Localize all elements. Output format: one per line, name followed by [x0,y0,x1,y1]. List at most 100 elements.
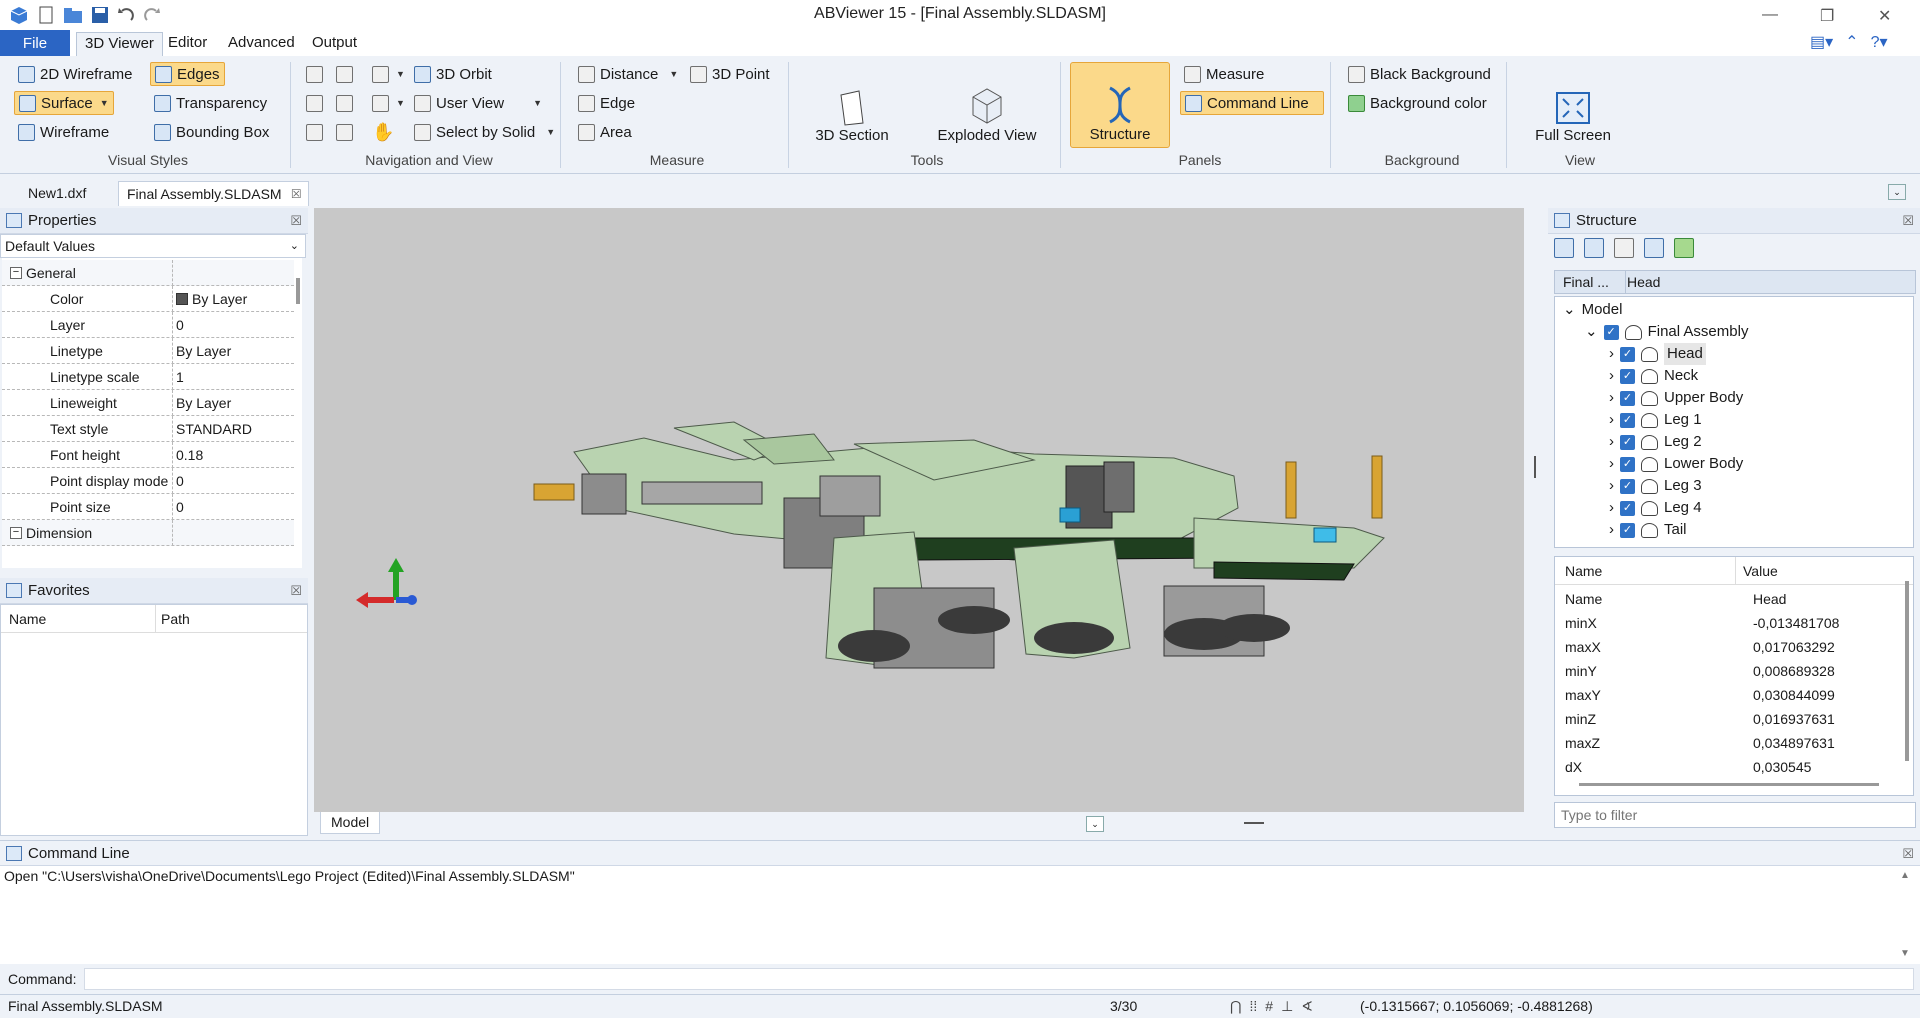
property-row[interactable]: Point size 0 [2,494,294,520]
properties-filter-dropdown[interactable]: Default Values ⌄ [0,234,306,258]
view-extents-button[interactable] [302,91,327,115]
property-row[interactable]: minY 0,008689328 [1565,659,1905,683]
tab-editor[interactable]: Editor [160,32,215,56]
tree-root-model[interactable]: ⌄ Model [1563,299,1622,321]
grid-dots-icon[interactable]: ⁞⁞ [1249,995,1257,1017]
column-name[interactable]: Name [9,605,46,633]
chevron-right-icon[interactable]: › [1609,519,1614,541]
export-icon[interactable] [1674,238,1694,258]
measure-panel-button[interactable]: Measure [1180,62,1268,86]
tree-node-leg-3[interactable]: › ✓ Leg 3 [1609,475,1702,497]
3d-orbit-button[interactable]: 3D Orbit [410,62,496,86]
close-icon[interactable]: ✕ [1878,6,1891,26]
checkbox[interactable]: ✓ [1603,324,1619,340]
category-dimension[interactable]: − Dimension [2,520,294,546]
column-path[interactable]: Path [161,605,190,633]
property-row[interactable]: Layer 0 [2,312,294,338]
tab-file[interactable]: File [0,30,70,58]
checkbox[interactable]: ✓ [1620,434,1635,450]
column-value[interactable]: Value [1743,557,1778,585]
polar-tracking-icon[interactable]: ∢ [1301,995,1313,1017]
category-general[interactable]: − General [2,260,294,286]
style-menu-icon[interactable]: ▤▾ [1810,32,1833,52]
zoom-previous-button[interactable] [332,120,357,144]
property-row[interactable]: Linetype By Layer [2,338,294,364]
close-panel-icon[interactable]: ☒ [1902,841,1914,867]
structure-button[interactable]: Structure [1070,62,1170,148]
checkbox[interactable]: ✓ [1620,500,1635,516]
breadcrumb-head[interactable]: Head [1627,271,1660,293]
property-row[interactable]: Point display mode 0 [2,468,294,494]
hand-tool-button[interactable]: ✋ [368,120,398,144]
column-name[interactable]: Name [1565,557,1602,585]
property-row[interactable]: Color By Layer [2,286,294,312]
property-row[interactable]: Lineweight By Layer [2,390,294,416]
command-line-button[interactable]: Command Line [1180,91,1324,115]
background-color-button[interactable]: Background color [1344,91,1491,115]
property-row[interactable]: maxY 0,030844099 [1565,683,1905,707]
collapse-icon[interactable]: − [10,267,22,279]
minimize-icon[interactable]: — [1762,6,1778,24]
3d-point-button[interactable]: 3D Point [686,62,774,86]
tree-node-leg-4[interactable]: › ✓ Leg 4 [1609,497,1702,519]
edges-button[interactable]: Edges [150,62,225,86]
tree-node-final-assembly[interactable]: ⌄ ✓ Final Assembly [1585,321,1748,343]
tab-advanced[interactable]: Advanced [220,32,303,56]
wireframe-button[interactable]: Wireframe [14,120,113,144]
3d-section-button[interactable]: 3D Section [806,62,898,148]
property-row[interactable]: dX 0,030545 [1565,755,1905,779]
checkbox[interactable]: ✓ [1620,456,1635,472]
structure-filter-input[interactable] [1554,802,1916,828]
properties-scrollbar[interactable] [296,278,300,304]
checkbox[interactable]: ✓ [1620,368,1635,384]
chevron-right-icon[interactable]: › [1609,497,1614,519]
black-background-button[interactable]: Black Background [1344,62,1495,86]
tab-3d-viewer[interactable]: 3D Viewer [76,32,163,58]
grid-icon[interactable]: # [1265,995,1273,1017]
tree-node-head[interactable]: › ✓ Head [1609,343,1706,365]
filter-text-field[interactable] [1561,804,1901,826]
distance-button[interactable]: Distance ▼ [574,62,682,86]
property-row[interactable]: maxZ 0,034897631 [1565,731,1905,755]
doc-tab-final-assembly[interactable]: Final Assembly.SLDASM ☒ [118,181,309,206]
show-properties-icon[interactable] [1644,238,1664,258]
magnet-snap-icon[interactable]: ⋂ [1230,995,1241,1017]
scroll-up-icon[interactable]: ▲ [1900,870,1910,881]
property-row[interactable]: Text style STANDARD [2,416,294,442]
tree-node-lower-body[interactable]: › ✓ Lower Body [1609,453,1743,475]
vertical-scrollbar[interactable] [1905,581,1909,761]
close-panel-icon[interactable]: ☒ [290,208,302,234]
scroll-down-icon[interactable]: ▼ [1900,948,1910,959]
horizontal-scrollbar[interactable] [1579,783,1879,786]
zoom-in-button[interactable]: ▼ [368,62,409,86]
checkbox[interactable]: ✓ [1620,478,1635,494]
refresh-icon[interactable] [1614,238,1634,258]
bounding-box-button[interactable]: Bounding Box [150,120,273,144]
tree-node-leg-1[interactable]: › ✓ Leg 1 [1609,409,1702,431]
3d-viewport[interactable] [314,208,1524,838]
property-row[interactable]: minX -0,013481708 [1565,611,1905,635]
splitter-grip[interactable] [1534,456,1536,478]
tree-node-neck[interactable]: › ✓ Neck [1609,365,1698,387]
edge-measure-button[interactable]: Edge [574,91,639,115]
exploded-view-button[interactable]: Exploded View [932,62,1042,148]
chevron-right-icon[interactable]: › [1609,365,1614,387]
pan-tool-button[interactable] [302,120,327,144]
chevron-right-icon[interactable]: › [1609,453,1614,475]
select-by-solid-button[interactable]: Select by Solid ▼ [410,120,559,144]
layout-tab-model[interactable]: Model [320,812,381,834]
checkbox[interactable]: ✓ [1620,390,1635,406]
chevron-right-icon[interactable]: › [1609,409,1614,431]
checkbox[interactable]: ✓ [1620,522,1635,538]
close-panel-icon[interactable]: ☒ [290,578,302,604]
pan-view-button[interactable] [302,62,327,86]
close-tab-icon[interactable]: ☒ [291,182,302,207]
close-panel-icon[interactable]: ☒ [1902,208,1914,234]
fit-to-window-button[interactable] [332,91,357,115]
checkbox[interactable]: ✓ [1620,412,1635,428]
zoom-out-button[interactable]: ▼ [368,91,409,115]
transparency-button[interactable]: Transparency [150,91,271,115]
split-view-icon[interactable] [1584,238,1604,258]
area-button[interactable]: Area [574,120,636,144]
restore-icon[interactable]: ❐ [1820,6,1834,26]
